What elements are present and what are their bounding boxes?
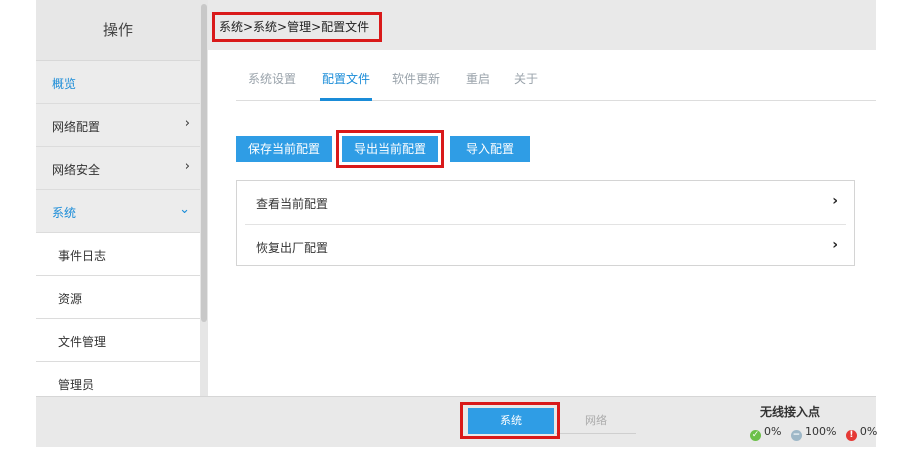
sidebar-item-label: 系统	[52, 206, 77, 220]
sidebar-item-resources[interactable]: 资源	[36, 276, 200, 319]
segment-network-button[interactable]: 网络	[556, 408, 636, 434]
row-label: 恢复出厂配置	[256, 241, 329, 255]
export-button-highlight	[336, 130, 444, 168]
sidebar-item-network-config[interactable]: 网络配置 ›	[36, 104, 200, 147]
stat-idle: −100%	[790, 425, 837, 441]
config-actions-panel: 查看当前配置 › 恢复出厂配置 ›	[236, 180, 855, 266]
chevron-right-icon: ›	[832, 237, 838, 253]
sidebar-item-event-log[interactable]: 事件日志	[36, 233, 200, 276]
restore-factory-config-row[interactable]: 恢复出厂配置 ›	[237, 225, 854, 267]
chevron-right-icon: ›	[184, 159, 190, 174]
sidebar-item-overview[interactable]: 概览	[36, 61, 200, 104]
sidebar-item-label: 网络安全	[52, 163, 101, 177]
breadcrumb: 系统>系统>管理>配置文件	[212, 12, 383, 42]
tab-about[interactable]: 关于	[514, 66, 538, 98]
stat-alert-value: 0%	[859, 425, 878, 438]
stat-online: ✓ 0%	[750, 425, 782, 441]
sidebar-item-label: 网络配置	[52, 120, 101, 134]
sidebar-item-network-security[interactable]: 网络安全 ›	[36, 147, 200, 190]
access-point-stats: ✓ 0% −100% ! 0%	[750, 425, 883, 441]
alert-icon: !	[845, 430, 857, 441]
sidebar-scrollbar-thumb[interactable]	[201, 4, 207, 322]
sidebar-item-system[interactable]: 系统 ⌄	[36, 190, 200, 233]
sidebar: 操作 概览 网络配置 › 网络安全 › 系统 ⌄ 事件日志 资源 文件管理 管理…	[36, 0, 200, 405]
stat-alert: ! 0%	[845, 425, 878, 441]
import-config-button[interactable]: 导入配置	[450, 136, 531, 162]
view-current-config-row[interactable]: 查看当前配置 ›	[237, 181, 854, 223]
stat-idle-value: 100%	[804, 425, 837, 438]
segment-highlight	[460, 402, 560, 439]
save-config-button[interactable]: 保存当前配置	[236, 136, 333, 162]
sidebar-item-label: 概览	[52, 77, 77, 91]
sidebar-item-label: 文件管理	[58, 335, 107, 349]
tab-software-update[interactable]: 软件更新	[392, 66, 440, 98]
chevron-down-icon: ⌄	[179, 202, 190, 217]
sidebar-item-label: 事件日志	[58, 249, 107, 263]
sidebar-item-label: 管理员	[58, 378, 95, 392]
sidebar-title: 操作	[36, 0, 200, 61]
sidebar-item-file-management[interactable]: 文件管理	[36, 319, 200, 362]
stat-online-value: 0%	[764, 425, 782, 438]
row-label: 查看当前配置	[256, 197, 329, 211]
chevron-right-icon: ›	[832, 193, 838, 209]
chevron-right-icon: ›	[184, 116, 190, 131]
tab-config-file[interactable]: 配置文件	[320, 66, 373, 101]
access-point-title: 无线接入点	[760, 405, 821, 419]
sidebar-item-label: 资源	[58, 292, 83, 306]
tab-system-settings[interactable]: 系统设置	[248, 66, 296, 98]
minus-icon: −	[790, 430, 802, 441]
check-icon: ✓	[750, 430, 761, 441]
tab-restart[interactable]: 重启	[466, 66, 490, 98]
tab-bar: 系统设置 配置文件 软件更新 重启 关于	[236, 66, 876, 101]
